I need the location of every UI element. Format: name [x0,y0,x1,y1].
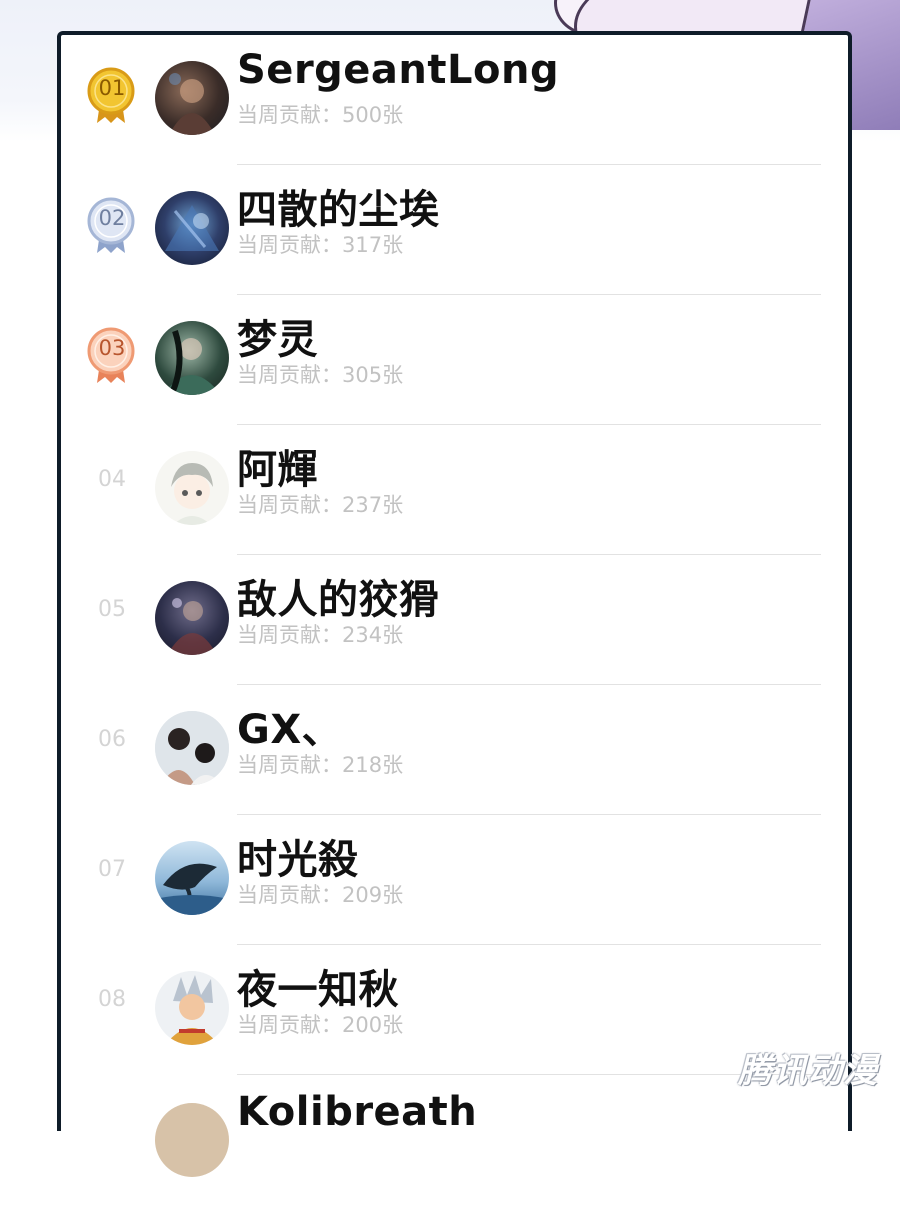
user-name[interactable]: 敌人的狡猾 [237,567,440,625]
rank-number: 03 [98,336,126,360]
user-avatar[interactable] [155,581,229,655]
user-name[interactable]: 四散的尘埃 [237,177,440,235]
user-avatar[interactable] [155,451,229,525]
user-avatar[interactable] [155,1103,229,1177]
weekly-contribution: 当周贡献：200张 [237,1013,404,1037]
ranking-row[interactable]: 02 四散的尘埃 当周贡献：317张 [61,165,848,295]
rank-number: 06 [98,727,126,752]
user-avatar[interactable] [155,191,229,265]
ranking-row[interactable]: 07 时光殺 当周贡献：209张 [61,815,848,945]
weekly-contribution: 当周贡献：218张 [237,753,404,777]
tencent-comic-watermark: 腾讯动漫 [738,1051,878,1091]
user-name[interactable]: Kolibreath [237,1089,477,1135]
weekly-contribution: 当周贡献：500张 [237,103,404,127]
user-avatar[interactable] [155,841,229,915]
user-name[interactable]: SergeantLong [237,47,559,93]
ranking-row[interactable]: 06 GX、 当周贡献：218张 [61,685,848,815]
user-avatar[interactable] [155,711,229,785]
ranking-row[interactable]: 08 夜一知秋 当周贡献：200张 [61,945,848,1075]
fan-ranking-panel: 01 SergeantLong 当周贡献：500张 02 四散的尘埃 当周贡献：… [57,31,852,1177]
user-name[interactable]: 梦灵 [237,307,318,365]
user-name[interactable]: 夜一知秋 [237,957,399,1015]
ranking-row[interactable]: 05 敌人的狡猾 当周贡献：234张 [61,555,848,685]
rank-number: 04 [98,467,126,492]
weekly-contribution: 当周贡献：305张 [237,363,404,387]
ranking-row[interactable]: Kolibreath [61,1075,848,1205]
user-name[interactable]: 时光殺 [237,827,359,885]
user-avatar[interactable] [155,61,229,135]
weekly-contribution: 当周贡献：237张 [237,493,404,517]
ranking-row[interactable]: 03 梦灵 当周贡献：305张 [61,295,848,425]
weekly-contribution: 当周贡献：234张 [237,623,404,647]
weekly-contribution: 当周贡献：209张 [237,883,404,907]
ranking-row[interactable]: 01 SergeantLong 当周贡献：500张 [61,35,848,165]
rank-number: 08 [98,987,126,1012]
rank-number: 07 [98,857,126,882]
user-avatar[interactable] [155,971,229,1045]
user-name[interactable]: GX、 [237,697,342,755]
user-avatar[interactable] [155,321,229,395]
ranking-row[interactable]: 04 阿輝 当周贡献：237张 [61,425,848,555]
rank-number: 05 [98,597,126,622]
rank-number: 02 [98,206,126,230]
rank-number: 01 [98,76,126,100]
user-name[interactable]: 阿輝 [237,437,318,495]
weekly-contribution: 当周贡献：317张 [237,233,404,257]
